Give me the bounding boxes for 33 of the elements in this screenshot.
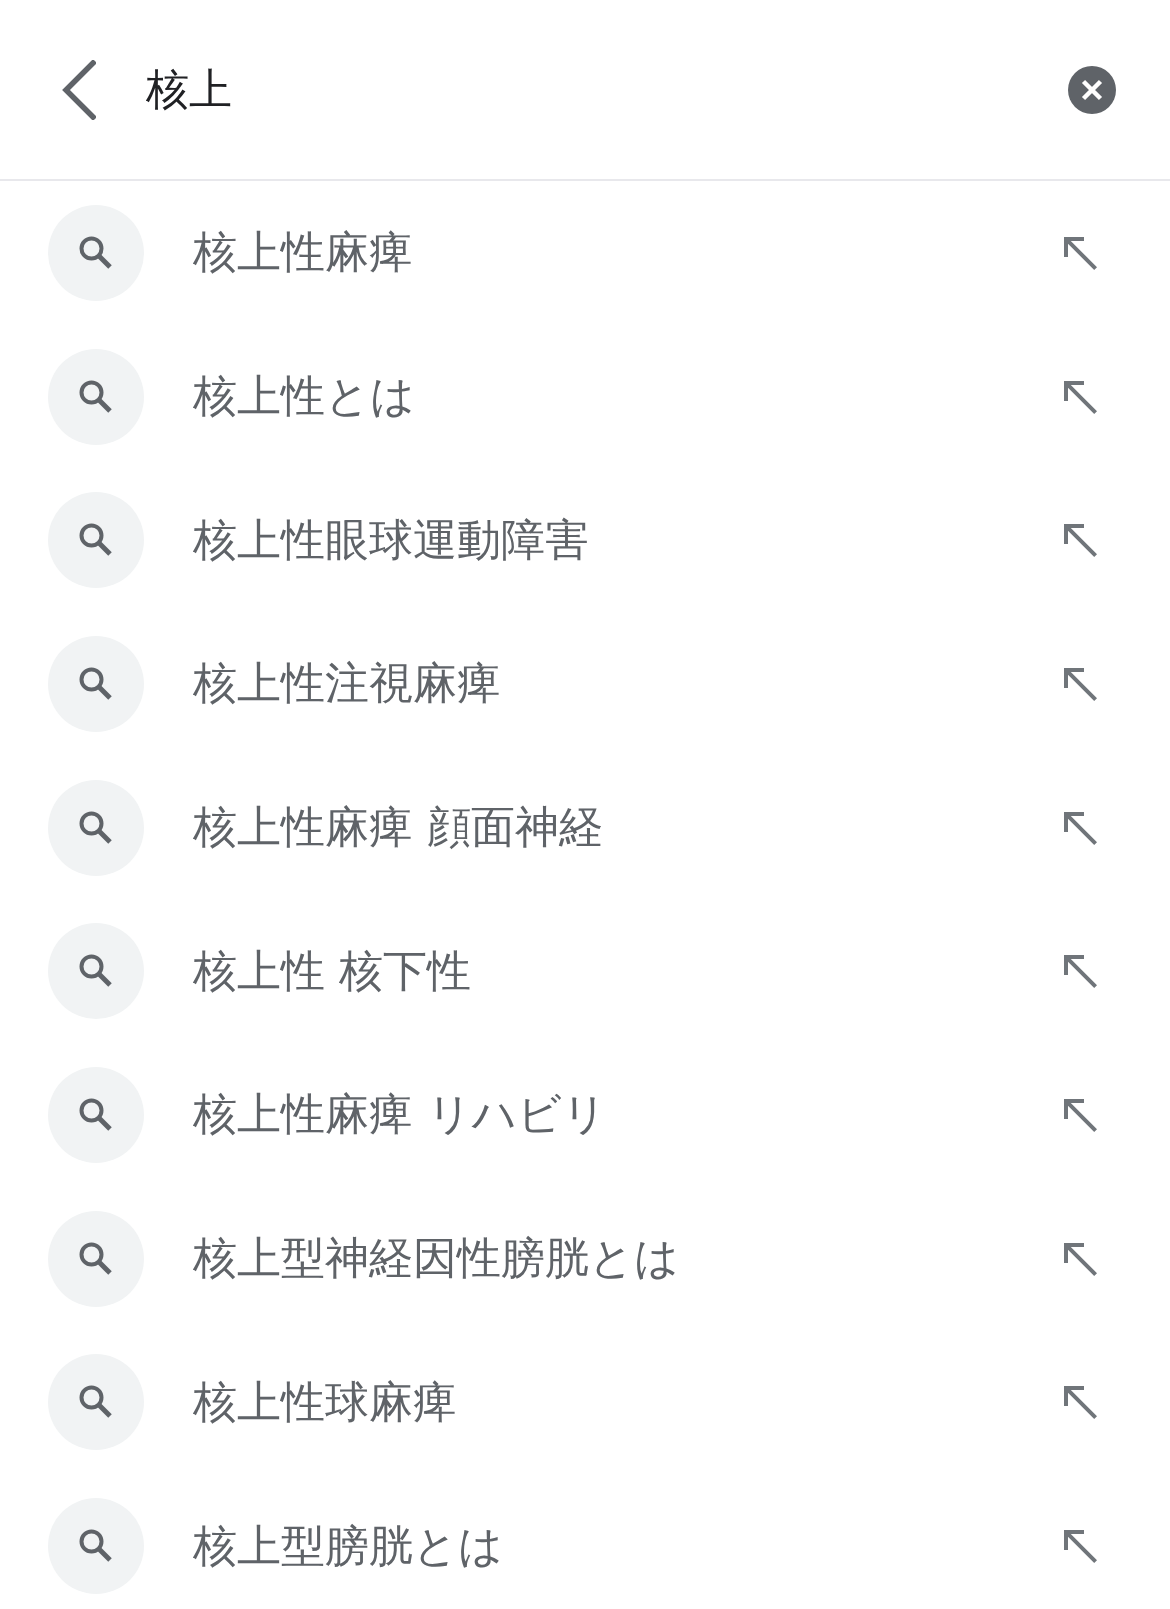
- suggestion-text[interactable]: 核上性眼球運動障害: [193, 510, 589, 570]
- arrow-icon[interactable]: [1062, 1528, 1098, 1565]
- search-icon: [48, 492, 144, 589]
- search-icon: [48, 635, 144, 732]
- suggestion-text[interactable]: 核上型神経因性膀胱とは: [193, 1229, 679, 1289]
- arrow-icon[interactable]: [1062, 1384, 1098, 1421]
- search-icon: [48, 348, 144, 445]
- search-icon: [48, 1354, 144, 1451]
- suggestion-text[interactable]: 核上性球麻痺: [193, 1372, 457, 1432]
- search-icon: [48, 1066, 144, 1163]
- arrow-icon[interactable]: [1062, 809, 1098, 846]
- arrow-icon[interactable]: [1062, 234, 1098, 271]
- suggestion-text[interactable]: 核上性注視麻痺: [193, 654, 501, 714]
- search-icon: [48, 923, 144, 1020]
- arrow-icon[interactable]: [1062, 1240, 1098, 1277]
- arrow-icon[interactable]: [1062, 522, 1098, 559]
- suggestion-text[interactable]: 核上性とは: [193, 367, 415, 427]
- search-icon: [48, 779, 144, 876]
- search-icon: [48, 204, 144, 301]
- back-icon[interactable]: [60, 59, 96, 120]
- search-field[interactable]: 核上: [146, 57, 1028, 122]
- suggestion-text[interactable]: 核上型膀胱とは: [193, 1516, 503, 1576]
- suggestion-text[interactable]: 核上性麻痺 リハビリ: [193, 1085, 607, 1145]
- suggestion-text[interactable]: 核上性麻痺: [193, 223, 413, 283]
- suggestion-text[interactable]: 核上性麻痺 顔面神経: [193, 798, 603, 858]
- search-icon: [48, 1210, 144, 1307]
- search-icon: [48, 1498, 144, 1595]
- arrow-icon[interactable]: [1062, 953, 1098, 990]
- arrow-icon[interactable]: [1062, 378, 1098, 415]
- suggestion-text[interactable]: 核上性 核下性: [193, 941, 471, 1001]
- arrow-icon[interactable]: [1062, 665, 1098, 702]
- arrow-icon[interactable]: [1062, 1096, 1098, 1133]
- clear-icon[interactable]: [1068, 65, 1116, 114]
